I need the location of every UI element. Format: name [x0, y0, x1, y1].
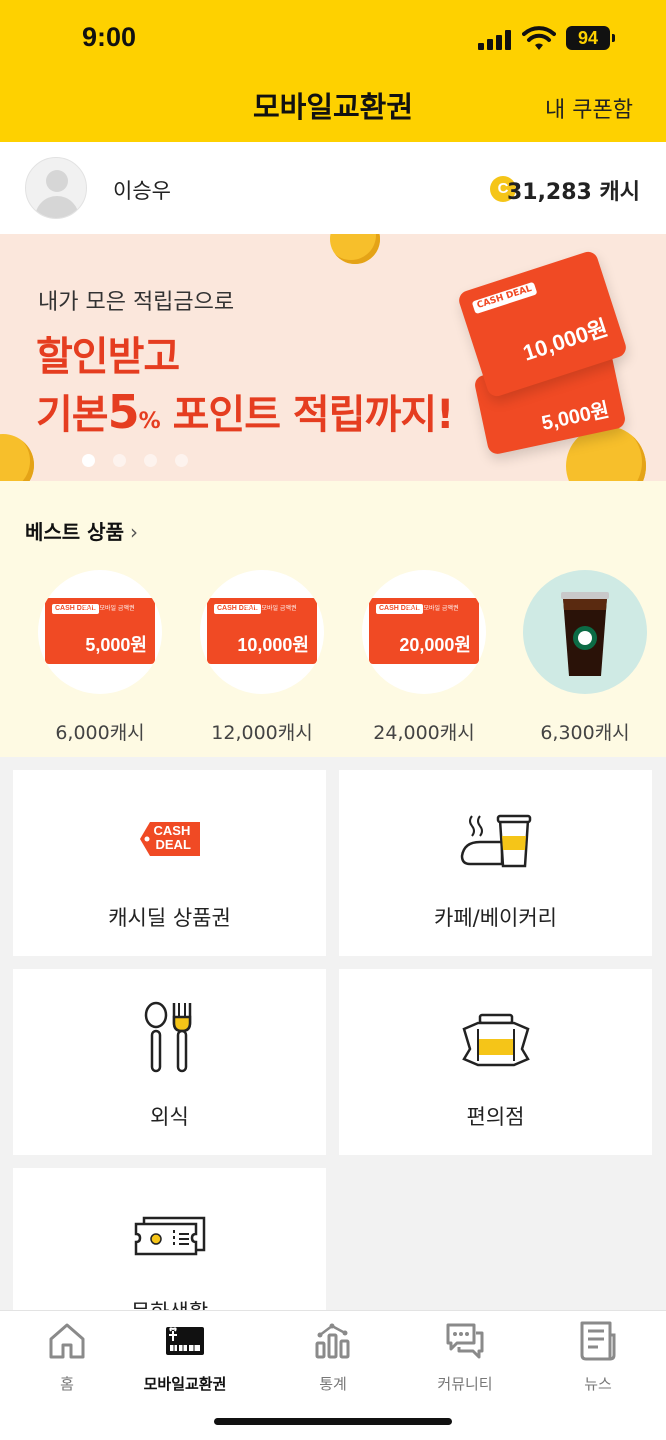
category-label: 카페/베이커리	[434, 906, 557, 930]
product-image: CASH DEAL 캐시딜 모바일 금액권 5,000원	[38, 570, 162, 694]
card-subtitle: 캐시딜 모바일 금액권	[81, 605, 135, 612]
banner-pagination	[82, 452, 206, 471]
home-icon	[49, 1323, 85, 1359]
banner-headline-percent: %	[138, 409, 161, 434]
nav-mobile-voucher[interactable]: 모바일교환권	[130, 1321, 240, 1394]
category-label: 캐시딜 상품권	[108, 906, 231, 930]
screen: 9:00 94 모바일교환권 내 쿠폰함 이승우 C 31,283 캐시 내가 …	[0, 0, 666, 1440]
cash-deal-logo-line2: DEAL	[155, 837, 191, 852]
best-product-item[interactable]: CASH DEAL 캐시딜 모바일 금액권 5,000원 6,000캐시	[38, 570, 162, 745]
product-image: CASH DEAL 캐시딜 모바일 금액권 20,000원	[362, 570, 486, 694]
category-cafe-bakery[interactable]: 카페/베이커리	[339, 770, 652, 956]
chevron-right-icon: ›	[129, 520, 138, 544]
ticket-icon	[134, 1216, 205, 1256]
avatar[interactable]	[25, 157, 87, 219]
card-amount: 20,000원	[399, 635, 471, 655]
nav-label: 뉴스	[584, 1375, 612, 1393]
nav-stats[interactable]: 통계	[278, 1321, 388, 1394]
profile-row: 이승우 C 31,283 캐시	[0, 142, 666, 234]
gift-card-small-amount: 5,000원	[539, 399, 612, 435]
news-icon	[580, 1321, 616, 1361]
best-product-item[interactable]: CASH DEAL 캐시딜 모바일 금액권 20,000원 24,000캐시	[362, 570, 486, 745]
banner-headline-suffix: 포인트 적립까지!	[159, 392, 455, 438]
my-coupon-box-link[interactable]: 내 쿠폰함	[545, 92, 633, 124]
gift-card: CASH DEAL 캐시딜 모바일 금액권 20,000원	[369, 598, 479, 664]
store-jars-icon	[461, 1013, 530, 1067]
banner-headline-number: 5	[107, 385, 140, 439]
wifi-icon	[522, 26, 556, 50]
category-label: 편의점	[466, 1105, 525, 1129]
cash-deal-tag: CASH DEAL	[471, 281, 538, 315]
category-culture[interactable]: 문화생활	[13, 1168, 326, 1310]
coin-decoration-icon	[0, 434, 34, 481]
nav-label: 통계	[319, 1375, 347, 1393]
chat-icon	[446, 1323, 484, 1359]
nav-label: 모바일교환권	[143, 1375, 227, 1393]
stats-icon	[315, 1323, 350, 1359]
status-time: 9:00	[82, 22, 137, 52]
user-name: 이승우	[113, 179, 171, 203]
iced-coffee-cup-icon	[561, 592, 609, 676]
category-convenience-store[interactable]: 편의점	[339, 969, 652, 1155]
product-price: 6,000캐시	[55, 722, 145, 744]
product-price: 12,000캐시	[211, 722, 313, 744]
card-subtitle: 캐시딜 모바일 금액권	[405, 605, 459, 612]
product-price: 6,300캐시	[540, 722, 630, 744]
cash-balance[interactable]: 31,283 캐시	[507, 174, 640, 206]
product-image	[523, 570, 647, 694]
best-product-item[interactable]: 6,300캐시	[523, 570, 647, 745]
pagination-dot[interactable]	[144, 454, 157, 467]
cash-deal-icon: CASH DEAL	[138, 820, 202, 858]
banner-headline-1: 할인받고	[36, 334, 180, 380]
best-product-item[interactable]: CASH DEAL 캐시딜 모바일 금액권 10,000원 12,000캐시	[200, 570, 324, 745]
coin-decoration-icon	[330, 234, 380, 264]
nav-home[interactable]: 홈	[12, 1321, 122, 1394]
product-image: CASH DEAL 캐시딜 모바일 금액권 10,000원	[200, 570, 324, 694]
home-indicator[interactable]	[214, 1418, 452, 1425]
gift-card-big-amount: 10,000원	[519, 314, 611, 366]
banner-subtitle: 내가 모은 적립금으로	[38, 290, 235, 315]
best-products-section: 베스트 상품 › CASH DEAL 캐시딜 모바일 금액권 5,000원 6,0…	[0, 481, 666, 757]
gift-card: CASH DEAL 캐시딜 모바일 금액권 10,000원	[207, 598, 317, 664]
category-cash-deal[interactable]: CASH DEAL 캐시딜 상품권	[13, 770, 326, 956]
pagination-dot[interactable]	[82, 454, 95, 467]
pagination-dot[interactable]	[175, 454, 188, 467]
pagination-dot[interactable]	[113, 454, 126, 467]
nav-news[interactable]: 뉴스	[543, 1321, 653, 1394]
battery-indicator: 94	[566, 26, 615, 50]
fork-spoon-icon	[144, 1001, 191, 1073]
category-label: 문화생활	[13, 1296, 326, 1310]
nav-label: 홈	[60, 1375, 74, 1393]
best-products-title[interactable]: 베스트 상품 ›	[25, 516, 138, 545]
cash-deal-logo-line1: CASH	[153, 823, 191, 838]
top-header: 9:00 94 모바일교환권 내 쿠폰함	[0, 0, 666, 142]
gift-card-icon	[166, 1327, 204, 1355]
card-amount: 5,000원	[85, 635, 147, 655]
category-label: 외식	[150, 1105, 189, 1129]
card-amount: 10,000원	[237, 635, 309, 655]
banner-headline-2: 기본5% 포인트 적립까지!	[36, 382, 455, 440]
best-products-title-text: 베스트 상품	[25, 520, 124, 544]
card-subtitle: 캐시딜 모바일 금액권	[243, 605, 297, 612]
nav-label: 커뮤니티	[437, 1375, 493, 1393]
signal-icon	[478, 30, 514, 50]
product-price: 24,000캐시	[373, 722, 475, 744]
nav-community[interactable]: 커뮤니티	[410, 1321, 520, 1394]
gift-card: CASH DEAL 캐시딜 모바일 금액권 5,000원	[45, 598, 155, 664]
banner-headline-prefix: 기본	[36, 392, 109, 438]
promo-banner[interactable]: 내가 모은 적립금으로 할인받고 기본5% 포인트 적립까지! 5,000원 C…	[0, 234, 666, 481]
category-dining[interactable]: 외식	[13, 969, 326, 1155]
coffee-bread-icon	[460, 814, 531, 868]
